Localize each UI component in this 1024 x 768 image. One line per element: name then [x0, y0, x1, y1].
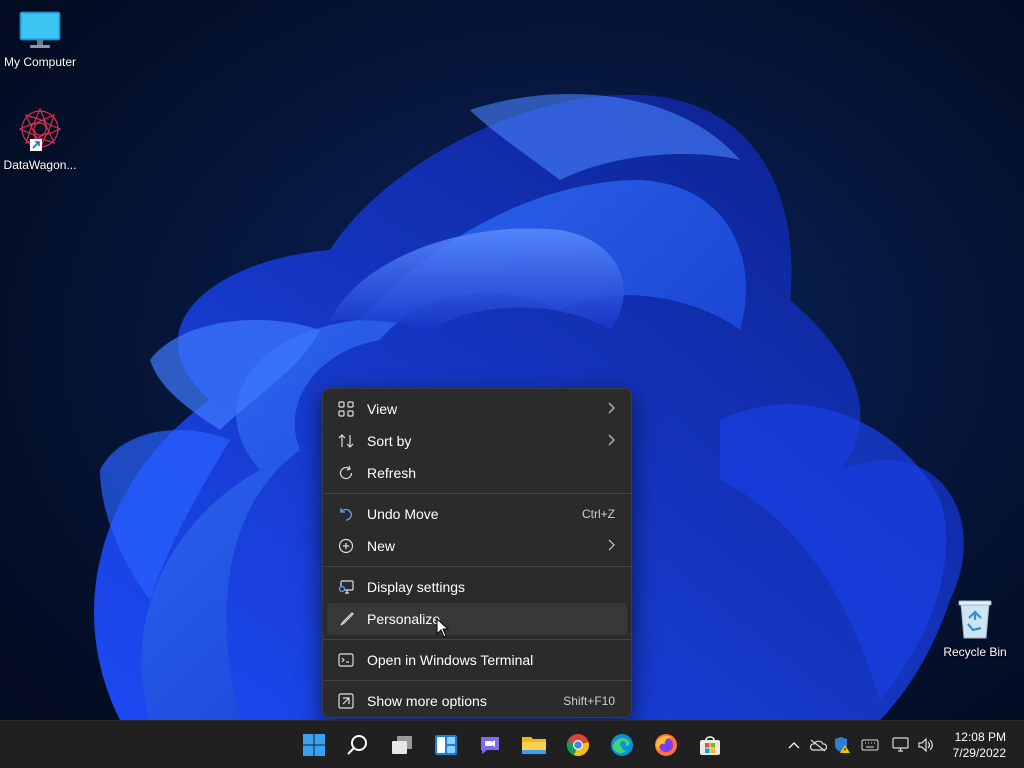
desktop-icon-label: DataWagon...	[3, 158, 77, 172]
menu-item-view[interactable]: View	[327, 393, 627, 425]
menu-item-label: View	[367, 401, 398, 417]
teams-chat-icon[interactable]	[474, 729, 506, 761]
terminal-icon	[337, 651, 355, 669]
menu-item-shortcut: Shift+F10	[563, 694, 615, 708]
chevron-right-icon	[607, 401, 615, 417]
menu-item-label: New	[367, 538, 396, 554]
network-icon[interactable]	[891, 735, 911, 755]
taskbar: 12:08 PM 7/29/2022	[0, 720, 1024, 768]
file-explorer-icon[interactable]	[518, 729, 550, 761]
desktop-icon-label: Recycle Bin	[943, 645, 1007, 659]
search-icon[interactable]	[342, 729, 374, 761]
chevron-right-icon	[607, 433, 615, 449]
keyboard-icon[interactable]	[860, 735, 880, 755]
brush-icon	[337, 610, 355, 628]
task-view-icon[interactable]	[386, 729, 418, 761]
new-plus-icon	[337, 537, 355, 555]
taskbar-clock[interactable]: 12:08 PM 7/29/2022	[953, 729, 1006, 761]
menu-item-shortcut: Ctrl+Z	[582, 507, 615, 521]
menu-item-undo-move[interactable]: Undo Move Ctrl+Z	[327, 498, 627, 530]
chrome-icon[interactable]	[562, 729, 594, 761]
menu-item-label: Show more options	[367, 693, 487, 709]
refresh-icon	[337, 464, 355, 482]
more-options-icon	[337, 692, 355, 710]
menu-item-personalize[interactable]: Personalize	[327, 603, 627, 635]
desktop-icon-recycle-bin[interactable]: Recycle Bin	[935, 598, 1015, 659]
datawagon-shortcut-icon	[16, 107, 64, 156]
start-icon[interactable]	[298, 729, 330, 761]
menu-item-show-more-options[interactable]: Show more options Shift+F10	[327, 685, 627, 717]
clock-time: 12:08 PM	[954, 730, 1006, 744]
menu-item-label: Undo Move	[367, 506, 439, 522]
widgets-icon[interactable]	[430, 729, 462, 761]
onedrive-icon[interactable]	[808, 735, 828, 755]
desktop-icon-datawagon[interactable]: DataWagon...	[0, 105, 80, 172]
recycle-bin-icon	[955, 600, 995, 643]
edge-icon[interactable]	[606, 729, 638, 761]
menu-item-refresh[interactable]: Refresh	[327, 457, 627, 489]
chevron-right-icon	[607, 538, 615, 554]
monitor-icon	[18, 11, 62, 53]
firefox-icon[interactable]	[650, 729, 682, 761]
menu-separator	[323, 639, 631, 640]
store-icon[interactable]	[694, 729, 726, 761]
menu-item-label: Sort by	[367, 433, 412, 449]
menu-item-new[interactable]: New	[327, 530, 627, 562]
menu-separator	[323, 566, 631, 567]
desktop-context-menu: View Sort by Refresh Undo Move Ctrl+Z Ne…	[322, 388, 632, 718]
desktop-icon-my-computer[interactable]: My Computer	[0, 10, 80, 69]
menu-item-sort-by[interactable]: Sort by	[327, 425, 627, 457]
chevron-up-icon[interactable]	[784, 735, 804, 755]
mouse-cursor-icon	[436, 617, 450, 643]
desktop-icon-label: My Computer	[3, 55, 77, 69]
clock-date: 7/29/2022	[952, 746, 1006, 760]
menu-item-label: Open in Windows Terminal	[367, 652, 534, 668]
security-warning-icon[interactable]	[832, 735, 852, 755]
menu-item-label: Display settings	[367, 579, 466, 595]
display-settings-icon	[337, 578, 355, 596]
menu-item-open-terminal[interactable]: Open in Windows Terminal	[327, 644, 627, 676]
menu-separator	[323, 680, 631, 681]
undo-icon	[337, 505, 355, 523]
menu-separator	[323, 493, 631, 494]
menu-item-display-settings[interactable]: Display settings	[327, 571, 627, 603]
sort-icon	[337, 432, 355, 450]
menu-item-label: Refresh	[367, 465, 417, 481]
view-grid-icon	[337, 400, 355, 418]
menu-item-label: Personalize	[367, 611, 441, 627]
volume-icon[interactable]	[916, 735, 936, 755]
